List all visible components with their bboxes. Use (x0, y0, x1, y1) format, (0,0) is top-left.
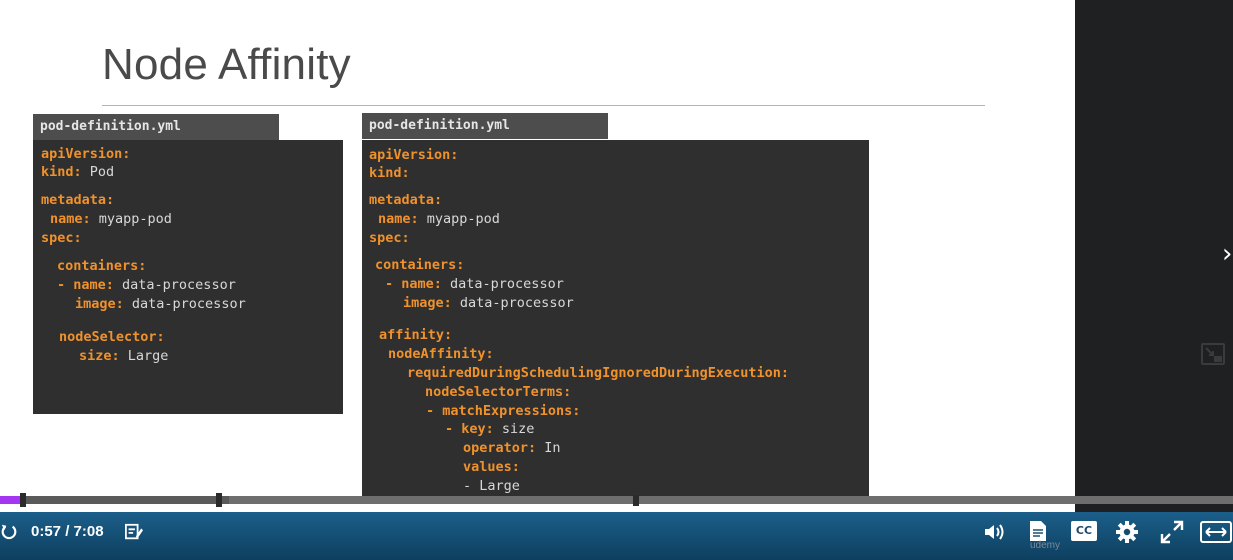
notes-icon[interactable] (124, 523, 144, 541)
code-line: size: Large (79, 348, 169, 364)
code-line: affinity: (379, 327, 453, 343)
captions-icon[interactable]: CC (1071, 521, 1097, 541)
code-line: name: myapp-pod (378, 211, 500, 227)
seek-buffered (22, 496, 229, 504)
code-line: - key: size (445, 421, 535, 437)
video-slide: Node Affinity apiVersion: kind: Pod meta… (0, 0, 1075, 512)
code-line: spec: (41, 230, 82, 246)
chapter-marker (633, 495, 639, 506)
expand-icon[interactable] (1200, 521, 1232, 543)
progress-fill (0, 496, 23, 504)
left-code-panel: apiVersion: kind: Pod metadata: name: my… (33, 140, 343, 414)
code-line: containers: (57, 258, 147, 274)
code-line: containers: (375, 257, 465, 273)
course-sidebar (1075, 0, 1233, 512)
code-line: metadata: (369, 192, 443, 208)
picture-in-picture-icon[interactable] (1201, 342, 1225, 366)
code-line: nodeSelectorTerms: (425, 384, 572, 400)
code-line: kind: (369, 165, 410, 181)
slide-title: Node Affinity (102, 40, 351, 89)
code-line: kind: Pod (41, 164, 115, 180)
code-line: spec: (369, 230, 410, 246)
close-sidebar-icon[interactable]: › (1222, 241, 1232, 267)
code-line: name: myapp-pod (50, 211, 172, 227)
left-file-tab: pod-definition.yml (33, 114, 279, 140)
code-line: image: data-processor (75, 296, 246, 312)
code-line: - name: data-processor (385, 276, 564, 292)
transcript-icon[interactable] (1029, 520, 1047, 542)
code-line: requiredDuringSchedulingIgnoredDuringExe… (407, 365, 790, 381)
volume-icon[interactable] (983, 522, 1007, 542)
code-line: - Large (463, 478, 520, 494)
code-line: apiVersion: (369, 147, 459, 163)
replay-icon[interactable] (0, 522, 18, 542)
title-divider (102, 105, 985, 106)
seek-handle[interactable] (20, 493, 26, 507)
code-line: nodeSelector: (59, 329, 165, 345)
code-line: apiVersion: (41, 146, 131, 162)
right-file-tab: pod-definition.yml (362, 113, 608, 139)
time-display: 0:57 / 7:08 (31, 523, 104, 540)
code-line: - matchExpressions: (426, 403, 581, 419)
code-line: image: data-processor (403, 295, 574, 311)
code-line: values: (463, 459, 520, 475)
settings-icon[interactable] (1115, 520, 1139, 544)
code-line: - name: data-processor (57, 277, 236, 293)
seek-handle[interactable] (216, 493, 222, 507)
code-line: nodeAffinity: (388, 346, 494, 362)
right-code-panel: apiVersion: kind: metadata: name: myapp-… (362, 140, 869, 500)
udemy-watermark: udemy (1030, 540, 1061, 551)
code-line: operator: In (463, 440, 561, 456)
fullscreen-icon[interactable] (1160, 520, 1184, 544)
code-line: metadata: (41, 192, 115, 208)
player-control-bar (0, 512, 1233, 560)
